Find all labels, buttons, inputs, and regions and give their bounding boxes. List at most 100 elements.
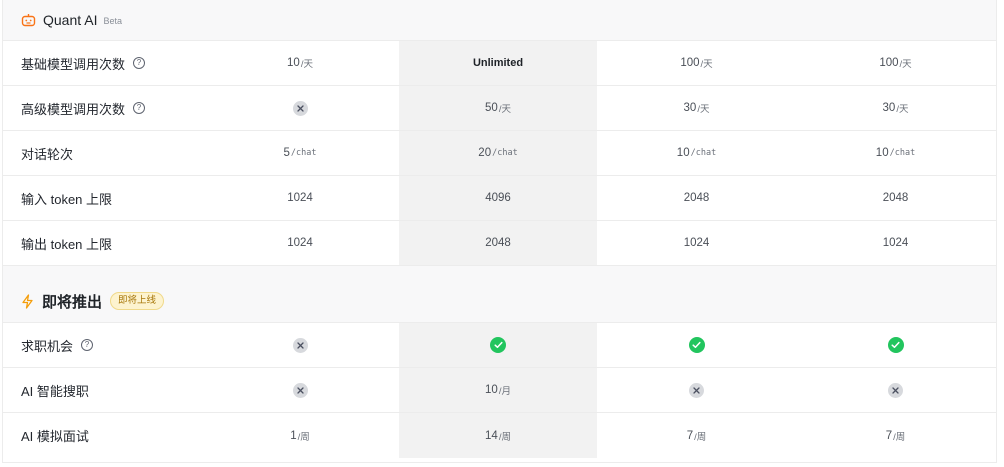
- plan-cell: [796, 323, 995, 367]
- plan-value: 1024: [683, 237, 710, 249]
- plan-value: 4096: [485, 192, 511, 204]
- plan-cell: 100/天: [796, 41, 995, 85]
- plan-cell: 30/天: [597, 86, 796, 130]
- plan-value: 100: [680, 57, 700, 69]
- feature-label: 输入 token 上限: [21, 191, 113, 207]
- plan-unit: /月: [498, 386, 511, 397]
- plan-cell: 2048: [597, 176, 796, 220]
- check-icon: [887, 337, 904, 353]
- plan-value: 5: [283, 147, 290, 159]
- plan-value: 100: [879, 57, 899, 69]
- plan-cell: 7/周: [796, 413, 995, 458]
- table-row: 对话轮次 5/chat 20/chat 10/chat 10/chat: [3, 131, 996, 176]
- feature-label-cell: 输入 token 上限: [3, 176, 201, 220]
- feature-label: AI 智能搜职: [21, 383, 89, 399]
- plan-cell: [796, 368, 995, 412]
- plan-unit: /chat: [690, 148, 717, 158]
- feature-label: 对话轮次: [21, 146, 74, 162]
- plan-value: 2048: [485, 237, 511, 249]
- plan-unit: /chat: [290, 148, 317, 158]
- feature-label-cell: 高级模型调用次数?: [3, 86, 201, 130]
- beta-badge: Beta: [103, 15, 122, 26]
- plan-unit: /天: [899, 59, 912, 70]
- plan-value: 14: [485, 429, 498, 442]
- plan-value: 10: [676, 147, 690, 159]
- plan-cell: [597, 368, 796, 412]
- table-row: 输出 token 上限 1024 2048 1024 1024: [3, 221, 996, 266]
- plan-unit: /天: [498, 104, 511, 115]
- plan-unit: /周: [498, 431, 511, 443]
- plan-unit: /周: [893, 431, 906, 443]
- plan-value: 7: [686, 429, 694, 442]
- robot-icon: [21, 13, 36, 27]
- cross-icon: [689, 382, 704, 398]
- feature-label: 求职机会: [21, 338, 74, 354]
- plan-cell: 1024: [201, 221, 399, 265]
- feature-label: 高级模型调用次数: [21, 101, 126, 117]
- plan-cell: 50/天: [399, 86, 597, 130]
- feature-label-cell: 基础模型调用次数?: [3, 41, 201, 85]
- plan-cell: 1024: [796, 221, 995, 265]
- feature-label-cell: AI 模拟面试: [3, 413, 201, 458]
- plan-value: 2048: [882, 192, 909, 204]
- plan-unit: /天: [700, 59, 713, 70]
- cross-icon: [292, 337, 308, 353]
- plan-cell: 1/周: [201, 413, 399, 458]
- cross-icon: [292, 100, 308, 116]
- table-row: AI 智能搜职 10/月: [3, 368, 996, 413]
- table-row: AI 模拟面试 1/周 14/周 7/周 7/周: [3, 413, 996, 458]
- quant-ai-section-header: Quant AI Beta: [3, 0, 996, 41]
- plan-unit: /chat: [889, 148, 916, 158]
- plan-cell: 30/天: [796, 86, 995, 130]
- section-title: Quant AI: [43, 12, 98, 28]
- plan-cell: [597, 323, 796, 367]
- plan-cell: Unlimited: [399, 41, 597, 85]
- plan-value: 1024: [882, 237, 909, 249]
- plan-value: 1024: [287, 192, 313, 204]
- plan-unit: /chat: [492, 148, 518, 158]
- plan-cell: 5/chat: [201, 131, 399, 175]
- plan-unit: /周: [694, 431, 707, 443]
- plan-unit: /周: [297, 431, 310, 443]
- coming-soon-title: 即将推出: [42, 293, 103, 311]
- plan-cell: 4096: [399, 176, 597, 220]
- lightning-icon: [21, 293, 34, 309]
- feature-label-cell: 求职机会?: [3, 323, 201, 367]
- plan-cell: 20/chat: [399, 131, 597, 175]
- feature-label-cell: 输出 token 上限: [3, 221, 201, 265]
- plan-cell: 10/chat: [597, 131, 796, 175]
- plan-cell: [201, 323, 399, 367]
- help-icon[interactable]: ?: [133, 102, 146, 114]
- feature-label: AI 模拟面试: [21, 429, 89, 444]
- plan-cell: 2048: [796, 176, 995, 220]
- plan-cell: 1024: [201, 176, 399, 220]
- plan-value: 10: [875, 147, 889, 159]
- plan-value: 30: [683, 102, 697, 114]
- cross-icon: [292, 382, 308, 398]
- help-icon[interactable]: ?: [133, 57, 146, 69]
- plan-cell: [201, 368, 399, 412]
- plan-cell: 2048: [399, 221, 597, 265]
- plan-value: 7: [885, 429, 893, 442]
- plan-cell: 10/chat: [796, 131, 995, 175]
- cross-icon: [888, 382, 903, 398]
- feature-label-cell: 对话轮次: [3, 131, 201, 175]
- check-icon: [490, 337, 506, 353]
- feature-label: 基础模型调用次数: [21, 56, 126, 72]
- plan-unit: /天: [896, 104, 909, 115]
- coming-soon-badge: 即将上线: [110, 292, 165, 310]
- plan-cell: 7/周: [597, 413, 796, 458]
- feature-label-cell: AI 智能搜职: [3, 368, 201, 412]
- plan-cell: [201, 86, 399, 130]
- table-row: 求职机会?: [3, 323, 996, 368]
- plan-unit: /天: [697, 104, 710, 115]
- feature-label: 输出 token 上限: [21, 236, 113, 252]
- plan-value: 20: [478, 147, 492, 159]
- plan-value: 10: [287, 57, 300, 69]
- plan-cell: 100/天: [597, 41, 796, 85]
- plan-cell: [399, 323, 597, 367]
- plan-value: 50: [485, 102, 498, 114]
- plan-value: Unlimited: [472, 57, 524, 69]
- help-icon[interactable]: ?: [81, 339, 94, 351]
- plan-unit: /天: [300, 59, 313, 70]
